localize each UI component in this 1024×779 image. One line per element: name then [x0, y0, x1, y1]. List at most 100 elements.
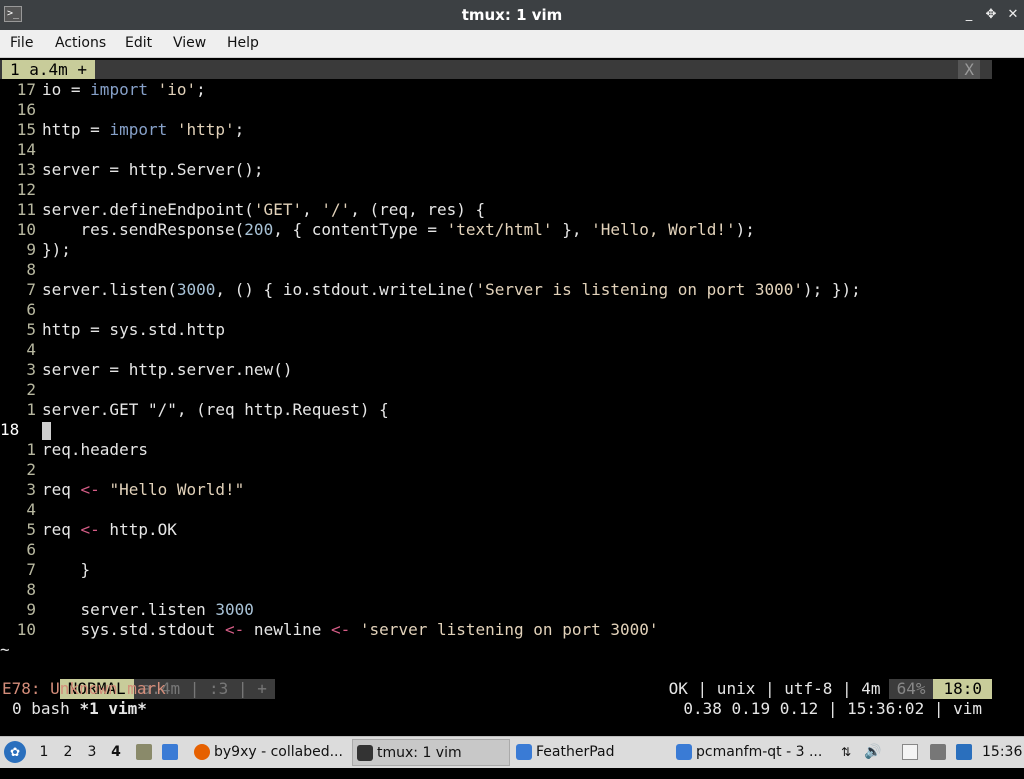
- code-line[interactable]: 1 server.GET "/", (req http.Request) {: [0, 400, 388, 420]
- menu-file[interactable]: File: [10, 30, 33, 57]
- line-number: 4: [26, 340, 36, 359]
- code-token: req.headers: [42, 440, 148, 459]
- code-line[interactable]: 14: [0, 140, 42, 160]
- taskbar: ✿ 1 2 3 4 by9xy - collabed... tmux: 1 vi…: [0, 736, 1024, 768]
- code-line[interactable]: 10 sys.std.stdout <- newline <- 'server …: [0, 620, 659, 640]
- network-icon[interactable]: ⇅: [838, 744, 854, 760]
- clock: 15:36: [982, 744, 1023, 760]
- code-token: 'server listening on port 3000': [359, 620, 659, 639]
- line-number: 7: [26, 280, 36, 299]
- code-line[interactable]: 5 req <- http.OK: [0, 520, 177, 540]
- code-token: http = sys.std.http: [42, 320, 226, 339]
- code-line[interactable]: 4: [0, 340, 42, 360]
- line-number: 10: [16, 620, 36, 639]
- terminal-area[interactable]: 1 a.4m + X 17 io = import 'io'; 16 15 http =…: [0, 58, 1024, 720]
- menu-bar: File Actions Edit View Help: [0, 30, 1024, 58]
- maximize-button[interactable]: ✥: [980, 0, 1002, 30]
- menu-help[interactable]: Help: [227, 30, 259, 57]
- task-label: tmux: 1 vim: [377, 745, 462, 761]
- menu-actions[interactable]: Actions: [55, 30, 106, 57]
- task-firefox[interactable]: by9xy - collabed...: [190, 739, 350, 766]
- code-line[interactable]: 6: [0, 540, 42, 560]
- code-line[interactable]: 9});: [0, 240, 71, 260]
- code-token: server.defineEndpoint(: [42, 200, 254, 219]
- code-token: , { contentType =: [273, 220, 447, 239]
- task-tmux[interactable]: tmux: 1 vim: [352, 739, 510, 766]
- workspace-1[interactable]: 1: [34, 737, 54, 768]
- code-line[interactable]: 5 http = sys.std.http: [0, 320, 225, 340]
- close-button[interactable]: ✕: [1002, 0, 1024, 30]
- code-token: 'text/html': [446, 220, 553, 239]
- workspace-4[interactable]: 4: [106, 737, 126, 768]
- tmux-window-vim-active[interactable]: *1 vim*: [79, 699, 146, 718]
- tmux-statusbar: 0 bash *1 vim* 0.38 0.19 0.12 | 15:36:02…: [0, 699, 1024, 719]
- code-token: 'io': [157, 80, 197, 99]
- code-line[interactable]: 17 io = import 'io';: [0, 80, 206, 100]
- menu-view[interactable]: View: [173, 30, 206, 57]
- code-token: io =: [42, 80, 91, 99]
- code-line-current[interactable]: 18: [0, 420, 51, 440]
- window-titlebar: >_ tmux: 1 vim _ ✥ ✕: [0, 0, 1024, 30]
- menu-edit[interactable]: Edit: [125, 30, 152, 57]
- code-line[interactable]: 2: [0, 380, 42, 400]
- code-line[interactable]: 1 req.headers: [0, 440, 148, 460]
- code-line[interactable]: 6: [0, 300, 42, 320]
- code-token: ;: [196, 80, 206, 99]
- code-line[interactable]: 13 server = http.Server();: [0, 160, 264, 180]
- code-token: ); });: [803, 280, 861, 299]
- code-token: 'GET': [253, 200, 303, 219]
- code-line[interactable]: 2: [0, 460, 42, 480]
- file-manager-launcher-icon[interactable]: [136, 744, 152, 760]
- updates-icon[interactable]: [956, 744, 972, 760]
- line-number: 3: [26, 480, 36, 499]
- task-featherpad[interactable]: FeatherPad: [512, 739, 670, 766]
- code-token: });: [42, 240, 71, 259]
- code-token: server = http.server.new(): [42, 360, 293, 379]
- workspace-2[interactable]: 2: [58, 737, 78, 768]
- minimize-button[interactable]: _: [958, 0, 980, 30]
- code-line[interactable]: 16: [0, 100, 42, 120]
- code-line[interactable]: 11 server.defineEndpoint('GET', '/', (req…: [0, 200, 485, 220]
- line-number: 8: [26, 260, 36, 279]
- code-token: 200: [244, 220, 274, 239]
- tmux-window-bash[interactable]: 0 bash: [12, 699, 79, 718]
- code-line[interactable]: 4: [0, 500, 42, 520]
- code-line[interactable]: 3 req <- "Hello World!": [0, 480, 244, 500]
- code-token: 'http': [176, 120, 235, 139]
- clipboard-icon[interactable]: [902, 744, 918, 760]
- line-number: 7: [26, 560, 36, 579]
- code-line[interactable]: 12: [0, 180, 42, 200]
- start-menu-icon[interactable]: ✿: [4, 741, 26, 763]
- featherpad-icon: [516, 744, 532, 760]
- code-line[interactable]: 15 http = import 'http';: [0, 120, 245, 140]
- workspace-3[interactable]: 3: [82, 737, 102, 768]
- line-number: 5: [26, 320, 36, 339]
- task-pcmanfm[interactable]: pcmanfm-qt - 3 ...: [672, 739, 832, 766]
- code-line[interactable]: 10 res.sendResponse(200, { contentType =…: [0, 220, 755, 240]
- code-token: <-: [80, 520, 100, 539]
- code-line[interactable]: 8: [0, 260, 42, 280]
- vim-tab-close[interactable]: X: [958, 60, 980, 79]
- firefox-icon: [194, 744, 210, 760]
- code-line[interactable]: 9 server.listen 3000: [0, 600, 254, 620]
- show-desktop-icon[interactable]: [162, 744, 178, 760]
- code-line[interactable]: 3 server = http.server.new(): [0, 360, 292, 380]
- code-line[interactable]: 8: [0, 580, 42, 600]
- vim-percent: 64%: [888, 679, 934, 699]
- vim-tab-active[interactable]: 1 a.4m +: [2, 60, 96, 79]
- code-line[interactable]: 7 server.listen(3000, () { io.stdout.writ…: [0, 280, 861, 300]
- screen-icon[interactable]: [930, 744, 946, 760]
- line-number: 1: [26, 440, 36, 459]
- line-number: 15: [16, 120, 36, 139]
- terminal-icon: [357, 745, 373, 761]
- code-line[interactable]: 7 }: [0, 560, 90, 580]
- code-token: "Hello World!": [109, 480, 245, 499]
- tmux-status-right: 0.38 0.19 0.12 | 15:36:02 | vim: [683, 699, 982, 718]
- volume-icon[interactable]: 🔊: [864, 744, 881, 760]
- window-title: tmux: 1 vim: [461, 6, 563, 24]
- line-number: 6: [26, 300, 36, 319]
- line-number: 4: [26, 500, 36, 519]
